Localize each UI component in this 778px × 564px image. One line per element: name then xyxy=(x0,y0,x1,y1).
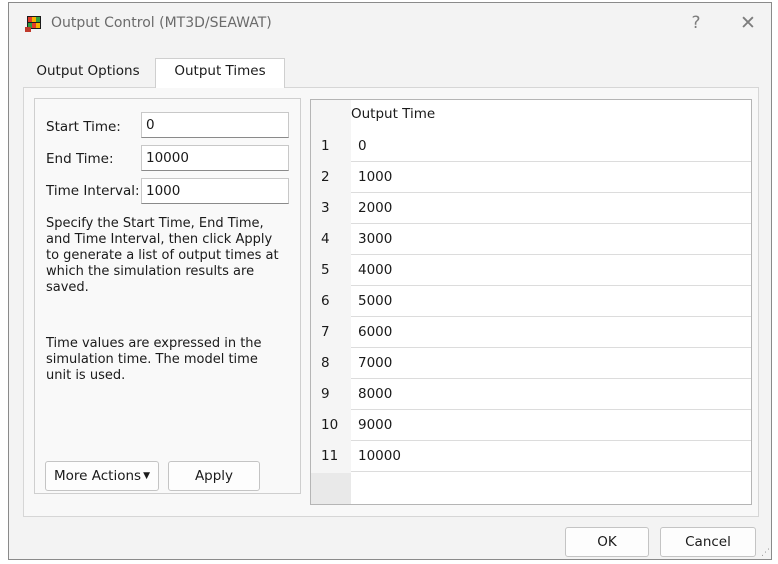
output-time-cell[interactable]: 4000 xyxy=(358,262,392,278)
time-unit-note: Time values are expressed in the simulat… xyxy=(46,336,286,384)
column-header-output-time: Output Time xyxy=(351,106,436,122)
start-time-input[interactable] xyxy=(141,112,289,138)
row-divider xyxy=(351,254,751,255)
time-interval-input[interactable] xyxy=(141,178,289,204)
row-number: 9 xyxy=(321,386,330,402)
output-time-cell[interactable]: 1000 xyxy=(358,169,392,185)
end-time-label: End Time: xyxy=(46,151,114,167)
output-time-cell[interactable]: 6000 xyxy=(358,324,392,340)
time-settings-group: Start Time: End Time: Time Interval: Spe… xyxy=(34,98,301,494)
row-divider xyxy=(351,192,751,193)
row-divider xyxy=(351,161,751,162)
output-time-cell[interactable]: 0 xyxy=(358,138,367,154)
row-number: 6 xyxy=(321,293,330,309)
resize-grip-icon[interactable]: ⋰ xyxy=(760,548,770,558)
output-times-panel: Start Time: End Time: Time Interval: Spe… xyxy=(23,87,759,517)
cancel-button[interactable]: Cancel xyxy=(660,527,756,557)
output-times-grid[interactable]: Output Time 10 2 1000 3 2000 4 3000 5 4000 6… xyxy=(310,99,752,505)
row-divider xyxy=(351,316,751,317)
end-time-input[interactable] xyxy=(141,145,289,171)
output-time-cell[interactable]: 8000 xyxy=(358,386,392,402)
help-button[interactable]: ? xyxy=(681,11,711,35)
row-divider xyxy=(351,285,751,286)
row-divider xyxy=(351,347,751,348)
instructions-paragraph-2: Time values are expressed in the simulat… xyxy=(46,336,262,383)
row-number: 1 xyxy=(321,138,330,154)
output-time-cell[interactable]: 9000 xyxy=(358,417,392,433)
row-divider xyxy=(351,471,751,472)
caret-down-icon: ▼ xyxy=(143,471,150,481)
instructions-text: Specify the Start Time, End Time, and Ti… xyxy=(46,216,286,296)
instructions-paragraph-1: Specify the Start Time, End Time, and Ti… xyxy=(46,216,279,295)
apply-button[interactable]: Apply xyxy=(168,461,260,491)
row-divider xyxy=(351,378,751,379)
row-header-column xyxy=(311,100,351,504)
tab-output-options[interactable]: Output Options xyxy=(23,59,153,86)
output-control-dialog: Output Control (MT3D/SEAWAT) ? ✕ Output … xyxy=(8,2,772,560)
row-number: 3 xyxy=(321,200,330,216)
row-number: 7 xyxy=(321,324,330,340)
row-number: 4 xyxy=(321,231,330,247)
output-time-cell[interactable]: 2000 xyxy=(358,200,392,216)
row-number: 11 xyxy=(321,448,339,464)
row-number: 10 xyxy=(321,417,339,433)
close-button[interactable]: ✕ xyxy=(733,11,763,35)
ok-button[interactable]: OK xyxy=(565,527,649,557)
output-time-cell[interactable]: 7000 xyxy=(358,355,392,371)
row-number: 5 xyxy=(321,262,330,278)
title-bar[interactable]: Output Control (MT3D/SEAWAT) ? ✕ xyxy=(9,3,771,43)
row-number: 8 xyxy=(321,355,330,371)
more-actions-button[interactable]: More Actions ▼ xyxy=(45,461,159,491)
app-icon xyxy=(25,16,41,32)
more-actions-label: More Actions xyxy=(54,468,142,484)
output-time-cell[interactable]: 5000 xyxy=(358,293,392,309)
row-divider xyxy=(351,409,751,410)
row-number: 2 xyxy=(321,169,330,185)
row-divider xyxy=(351,440,751,441)
output-time-cell[interactable]: 10000 xyxy=(358,448,401,464)
row-divider xyxy=(351,223,751,224)
window-title: Output Control (MT3D/SEAWAT) xyxy=(51,15,272,31)
tab-output-times[interactable]: Output Times xyxy=(155,58,285,88)
start-time-label: Start Time: xyxy=(46,119,121,135)
output-time-cell[interactable]: 3000 xyxy=(358,231,392,247)
new-row-header xyxy=(311,473,351,504)
time-interval-label: Time Interval: xyxy=(46,183,140,199)
